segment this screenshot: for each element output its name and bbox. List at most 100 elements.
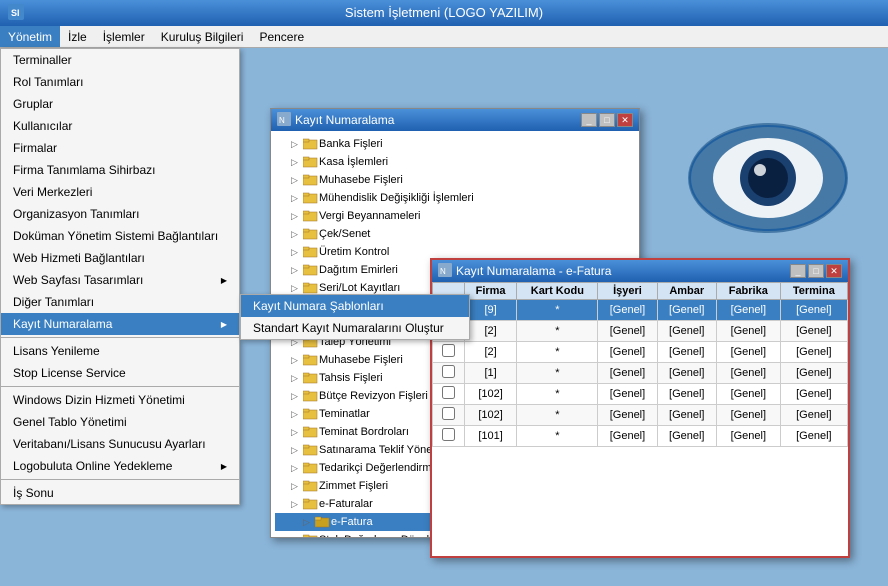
menu-yonetim[interactable]: Yönetim bbox=[0, 26, 60, 47]
table-row[interactable]: [9]*[Genel][Genel][Genel][Genel] bbox=[433, 300, 848, 321]
menu-rol-tanimlari[interactable]: Rol Tanımları bbox=[1, 71, 239, 93]
menu-stop-license[interactable]: Stop License Service bbox=[1, 362, 239, 384]
menu-veritabani[interactable]: Veritabanı/Lisans Sunucusu Ayarları bbox=[1, 433, 239, 455]
cell-fabrika: [Genel] bbox=[716, 342, 780, 363]
yonetim-dropdown: Terminaller Rol Tanımları Gruplar Kullan… bbox=[0, 48, 240, 505]
arrow-right-icon: ▶ bbox=[221, 276, 227, 285]
menu-gruplar[interactable]: Gruplar bbox=[1, 93, 239, 115]
cell-isyeri: [Genel] bbox=[598, 300, 657, 321]
menu-firmalar[interactable]: Firmalar bbox=[1, 137, 239, 159]
svg-text:N: N bbox=[440, 267, 446, 276]
col-kart-kodu: Kart Kodu bbox=[517, 283, 598, 300]
menu-firma-tanim[interactable]: Firma Tanımlama Sihirbazı bbox=[1, 159, 239, 181]
separator-1 bbox=[1, 337, 239, 338]
tree-item[interactable]: ▷Banka Fişleri bbox=[275, 135, 635, 153]
row-checkbox[interactable] bbox=[442, 428, 455, 441]
cell-firma: [101] bbox=[464, 426, 517, 447]
menu-kayit-num[interactable]: Kayıt Numaralama ▶ bbox=[1, 313, 239, 335]
sub-menu-sablonlar[interactable]: Kayıt Numara Şablonları bbox=[241, 295, 469, 317]
menu-genel-tablo[interactable]: Genel Tablo Yönetimi bbox=[1, 411, 239, 433]
menu-windows-dizin[interactable]: Windows Dizin Hizmeti Yönetimi bbox=[1, 389, 239, 411]
tree-arrow-icon: ▷ bbox=[291, 481, 303, 492]
cell-firma: [2] bbox=[464, 342, 517, 363]
tree-arrow-icon: ▷ bbox=[291, 427, 303, 438]
close-button-ef[interactable]: ✕ bbox=[826, 264, 842, 278]
tree-item-label: Banka Fişleri bbox=[319, 138, 383, 150]
tree-item-label: Seri/Lot Kayıtları bbox=[319, 282, 400, 294]
menu-organizasyon[interactable]: Organizasyon Tanımları bbox=[1, 203, 239, 225]
tree-item[interactable]: ▷Çek/Senet bbox=[275, 225, 635, 243]
cell-ambar: [Genel] bbox=[657, 405, 716, 426]
menu-islemler[interactable]: İşlemler bbox=[95, 26, 153, 47]
cell-kart_kodu: * bbox=[517, 405, 598, 426]
row-checkbox-cell bbox=[433, 405, 465, 426]
col-ambar: Ambar bbox=[657, 283, 716, 300]
table-row[interactable]: [2]*[Genel][Genel][Genel][Genel] bbox=[433, 342, 848, 363]
row-checkbox[interactable] bbox=[442, 344, 455, 357]
tree-item[interactable]: ▷Kasa İşlemleri bbox=[275, 153, 635, 171]
menu-veri-merkezleri[interactable]: Veri Merkezleri bbox=[1, 181, 239, 203]
cell-isyeri: [Genel] bbox=[598, 321, 657, 342]
tree-item[interactable]: ▷Mühendislik Değişikliği İşlemleri bbox=[275, 189, 635, 207]
row-checkbox[interactable] bbox=[442, 407, 455, 420]
cell-isyeri: [Genel] bbox=[598, 342, 657, 363]
menu-terminaller[interactable]: Terminaller bbox=[1, 49, 239, 71]
table-row[interactable]: [2]*[Genel][Genel][Genel][Genel] bbox=[433, 321, 848, 342]
tree-item-label: Dağıtım Emirleri bbox=[319, 264, 398, 276]
close-button[interactable]: ✕ bbox=[617, 113, 633, 127]
minimize-button-ef[interactable]: _ bbox=[790, 264, 806, 278]
cell-firma: [102] bbox=[464, 405, 517, 426]
tree-item-label: Zimmet Fişleri bbox=[319, 480, 388, 492]
svg-text:N: N bbox=[279, 116, 285, 125]
cell-fabrika: [Genel] bbox=[716, 321, 780, 342]
maximize-button-ef[interactable]: □ bbox=[808, 264, 824, 278]
cell-termina: [Genel] bbox=[780, 405, 847, 426]
cell-isyeri: [Genel] bbox=[598, 363, 657, 384]
menu-pencere[interactable]: Pencere bbox=[251, 26, 312, 47]
menu-diger[interactable]: Diğer Tanımları bbox=[1, 291, 239, 313]
tree-item[interactable]: ▷Vergi Beyannameleri bbox=[275, 207, 635, 225]
cell-firma: [102] bbox=[464, 384, 517, 405]
menu-izle[interactable]: İzle bbox=[60, 26, 95, 47]
maximize-button[interactable]: □ bbox=[599, 113, 615, 127]
menu-kullanicilar[interactable]: Kullanıcılar bbox=[1, 115, 239, 137]
cell-fabrika: [Genel] bbox=[716, 384, 780, 405]
tree-item-label: Kasa İşlemleri bbox=[319, 156, 388, 168]
menu-web-hizmet[interactable]: Web Hizmeti Bağlantıları bbox=[1, 247, 239, 269]
row-checkbox-cell bbox=[433, 363, 465, 384]
cell-kart_kodu: * bbox=[517, 384, 598, 405]
row-checkbox-cell bbox=[433, 384, 465, 405]
tree-item[interactable]: ▷Muhasebe Fişleri bbox=[275, 171, 635, 189]
table-row[interactable]: [102]*[Genel][Genel][Genel][Genel] bbox=[433, 384, 848, 405]
cell-fabrika: [Genel] bbox=[716, 363, 780, 384]
tree-arrow-icon: ▷ bbox=[291, 283, 303, 294]
table-row[interactable]: [102]*[Genel][Genel][Genel][Genel] bbox=[433, 405, 848, 426]
table-row[interactable]: [101]*[Genel][Genel][Genel][Genel] bbox=[433, 426, 848, 447]
menu-bar: Yönetim İzle İşlemler Kuruluş Bilgileri … bbox=[0, 26, 888, 48]
row-checkbox[interactable] bbox=[442, 386, 455, 399]
cell-isyeri: [Genel] bbox=[598, 426, 657, 447]
menu-lisans[interactable]: Lisans Yenileme bbox=[1, 340, 239, 362]
tree-arrow-icon: ▷ bbox=[291, 355, 303, 366]
menu-kurulus[interactable]: Kuruluş Bilgileri bbox=[153, 26, 252, 47]
sub-menu-standart[interactable]: Standart Kayıt Numaralarını Oluştur bbox=[241, 317, 469, 339]
tree-arrow-icon: ▷ bbox=[291, 229, 303, 240]
tree-item-label: Bütçe Revizyon Fişleri bbox=[319, 390, 428, 402]
window-kn-controls: _ □ ✕ bbox=[581, 113, 633, 127]
menu-dokuman[interactable]: Doküman Yönetim Sistemi Bağlantıları bbox=[1, 225, 239, 247]
table-row[interactable]: [1]*[Genel][Genel][Genel][Genel] bbox=[433, 363, 848, 384]
menu-is-sonu[interactable]: İş Sonu bbox=[1, 482, 239, 504]
tree-arrow-icon: ▷ bbox=[291, 463, 303, 474]
window-kn-titlebar: N Kayıt Numaralama _ □ ✕ bbox=[271, 109, 639, 131]
tree-arrow-icon: ▷ bbox=[291, 211, 303, 222]
cell-isyeri: [Genel] bbox=[598, 384, 657, 405]
row-checkbox[interactable] bbox=[442, 365, 455, 378]
menu-logobuluta[interactable]: Logobuluta Online Yedekleme ▶ bbox=[1, 455, 239, 477]
menu-web-sayfa[interactable]: Web Sayfası Tasarımları ▶ bbox=[1, 269, 239, 291]
minimize-button[interactable]: _ bbox=[581, 113, 597, 127]
cell-ambar: [Genel] bbox=[657, 363, 716, 384]
cell-ambar: [Genel] bbox=[657, 342, 716, 363]
tree-arrow-icon: ▷ bbox=[291, 445, 303, 456]
app-title: Sistem İşletmeni (LOGO YAZILIM) bbox=[345, 4, 543, 22]
tree-arrow-icon: ▷ bbox=[291, 391, 303, 402]
